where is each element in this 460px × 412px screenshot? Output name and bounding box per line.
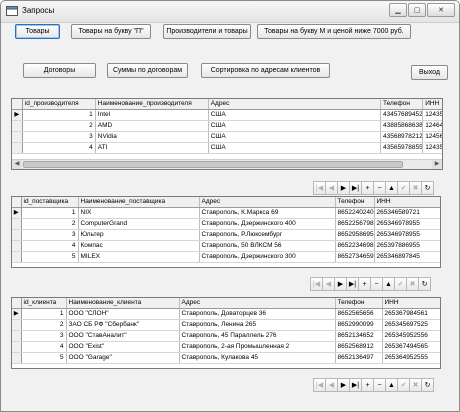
query-window: Запросы ▁ ▢ ✕ Товары Товары на букву "П"…: [0, 0, 460, 412]
table-row[interactable]: ▶ 1 ООО "СЛОН" Ставрополь, Доваторцев 36 865…: [12, 308, 440, 320]
column-header[interactable]: ИНН: [422, 99, 442, 110]
suppliers-navigator: |◀ ◀ ▶ ▶| + − ▲ ✔ ✖ ↻: [310, 277, 431, 291]
table-header: id_клиента Наименование_клиента Адрес Те…: [12, 298, 440, 309]
table-row[interactable]: 4 Компас Ставрополь, 50 ВЛКСМ 56 8652234698…: [12, 240, 440, 252]
products-p-button[interactable]: Товары на букву "П": [71, 24, 151, 39]
table-row[interactable]: 4ATIСША435659788552124357895555: [12, 142, 442, 154]
scroll-left-icon[interactable]: ◀: [12, 160, 22, 169]
column-header[interactable]: Адрес: [199, 197, 336, 208]
table-row[interactable]: 2 ЗАО СБ РФ "Сбербанк" Ставрополь, Ленина …: [12, 319, 440, 331]
scroll-right-icon[interactable]: ▶: [432, 160, 442, 169]
column-header[interactable]: Телефон: [335, 197, 375, 208]
table-row[interactable]: 2 ComputerGrand Ставрополь, Дзержинского 4…: [12, 218, 440, 230]
column-header[interactable]: id_поставщика: [21, 197, 79, 208]
table-row[interactable]: ▶ 1 NIX Ставрополь, К.Маркса 69 8652240240 26…: [12, 207, 440, 219]
title-bar[interactable]: Запросы ▁ ▢ ✕: [1, 1, 459, 23]
manufacturers-grid[interactable]: id_производителя Наименование_производит…: [11, 98, 443, 170]
table-row[interactable]: 2AMDСША438858686386124645895559: [12, 120, 442, 132]
current-row-icon: ▶: [12, 308, 22, 320]
table-row[interactable]: 3NVidiaСША435689782125124565978956: [12, 131, 442, 143]
contract-sums-button[interactable]: Суммы по договорам: [107, 63, 188, 78]
column-header[interactable]: Адрес: [208, 99, 381, 110]
column-header[interactable]: Телефон: [380, 99, 424, 110]
app-icon: [6, 5, 18, 17]
products-m-price-button[interactable]: Товары на букву М и ценой ниже 7000 руб.: [257, 24, 411, 39]
sort-by-address-button[interactable]: Сортировка по адресам клиентов: [201, 63, 330, 78]
table-row[interactable]: 5 MILEX Ставрополь, Дзержинского 300 865273…: [12, 251, 440, 263]
table-row[interactable]: 5 ООО "Garage" Ставрополь, Кулакова 45 8652…: [12, 352, 440, 364]
clients-navigator: |◀ ◀ ▶ ▶| + − ▲ ✔ ✖ ↻: [313, 378, 434, 392]
current-row-icon: ▶: [12, 207, 22, 219]
column-header[interactable]: id_производителя: [22, 99, 96, 110]
table-header: id_поставщика Наименование_поставщика Ад…: [12, 197, 440, 208]
clients-grid[interactable]: id_клиента Наименование_клиента Адрес Те…: [11, 297, 441, 369]
table-row[interactable]: 3 Юльтер Ставрополь, Р.Люксембург 865295869…: [12, 229, 440, 241]
column-header[interactable]: Наименование_производителя: [95, 99, 209, 110]
contracts-button[interactable]: Договоры: [23, 63, 96, 78]
minimize-icon[interactable]: ▁: [389, 3, 407, 17]
column-header[interactable]: Наименование_поставщика: [78, 197, 200, 208]
refresh-icon[interactable]: ↻: [418, 277, 431, 291]
column-header[interactable]: Телефон: [335, 298, 383, 309]
suppliers-grid[interactable]: id_поставщика Наименование_поставщика Ад…: [11, 196, 441, 268]
manufacturers-navigator: |◀ ◀ ▶ ▶| + − ▲ ✔ ✖ ↻: [313, 181, 434, 195]
column-header[interactable]: ИНН: [374, 197, 440, 208]
scroll-thumb[interactable]: [23, 161, 403, 168]
table-row[interactable]: ▶1IntelСША434576894523124356798542: [12, 109, 442, 121]
table-row[interactable]: 4 ООО "Exist" Ставрополь, 2-ая Промышленна…: [12, 341, 440, 353]
column-header[interactable]: Наименование_клиента: [66, 298, 180, 309]
window-title: Запросы: [22, 6, 55, 15]
column-header[interactable]: Адрес: [179, 298, 336, 309]
table-row[interactable]: 3 ООО "СтавАналит" Ставрополь, 45 Параллел…: [12, 330, 440, 342]
current-row-icon: ▶: [12, 109, 23, 121]
close-icon[interactable]: ✕: [427, 3, 455, 17]
exit-button[interactable]: Выход: [411, 65, 448, 80]
column-header[interactable]: id_клиента: [21, 298, 67, 309]
table-header: id_производителя Наименование_производит…: [12, 99, 442, 110]
manufacturers-products-button[interactable]: Производители и товары: [163, 24, 251, 39]
horizontal-scrollbar[interactable]: ◀ ▶: [12, 159, 442, 169]
products-button[interactable]: Товары: [15, 24, 60, 39]
column-header[interactable]: ИНН: [382, 298, 440, 309]
refresh-icon[interactable]: ↻: [421, 378, 434, 392]
refresh-icon[interactable]: ↻: [421, 181, 434, 195]
maximize-icon[interactable]: ▢: [408, 3, 426, 17]
